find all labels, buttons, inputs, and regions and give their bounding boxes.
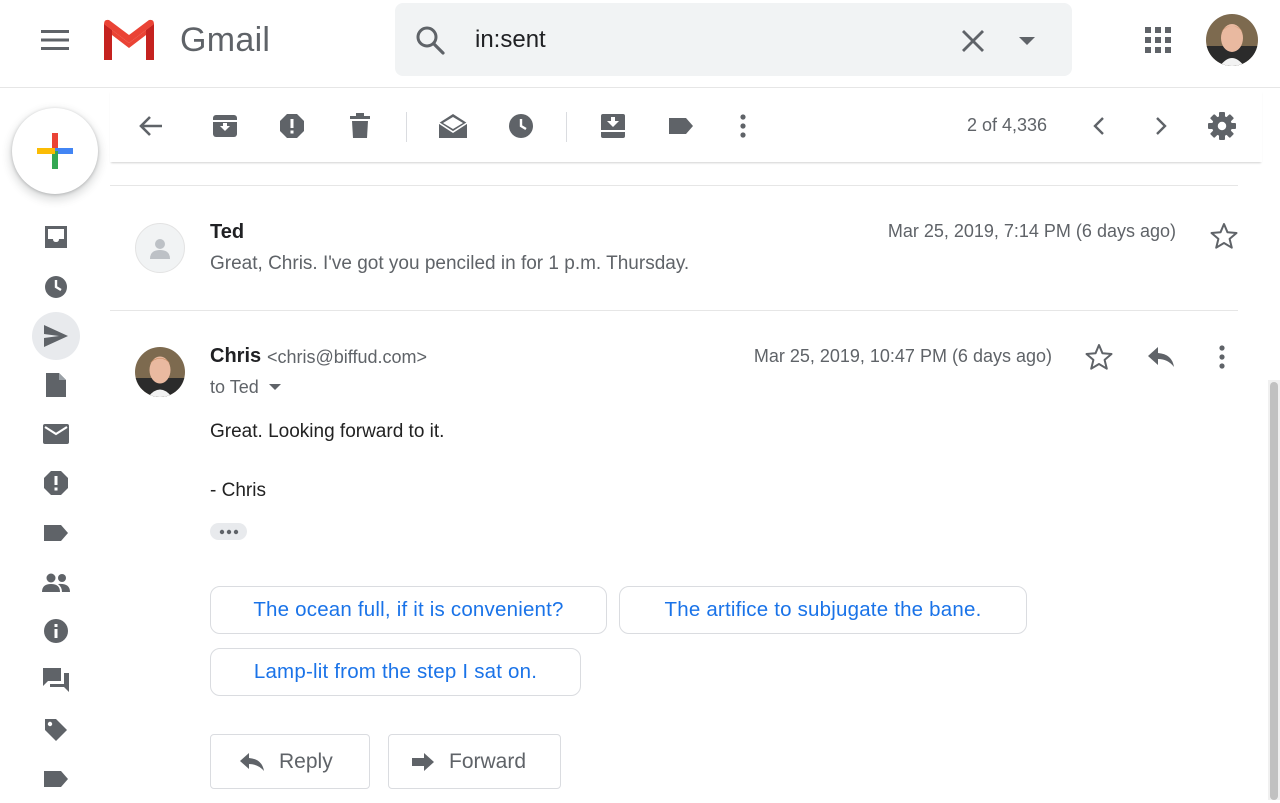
app-name: Gmail — [180, 20, 271, 59]
conversation-toolbar: 2 of 4,336 — [110, 90, 1262, 162]
back-arrow-icon[interactable] — [131, 106, 171, 146]
compose-button[interactable] — [12, 108, 98, 194]
sender-name: Ted — [210, 221, 245, 243]
reply-arrow-icon — [239, 752, 265, 772]
forward-button-label: Forward — [449, 749, 527, 773]
toolbar-separator — [406, 112, 407, 142]
recipients-label: to Ted — [210, 377, 259, 397]
smart-reply-chip[interactable]: The ocean full, if it is convenient? — [210, 586, 607, 634]
snoozed-clock-icon[interactable] — [32, 263, 80, 311]
chevron-down-icon — [268, 384, 281, 391]
gmail-m-icon — [100, 18, 158, 62]
search-icon[interactable] — [413, 23, 447, 57]
spam-icon[interactable] — [32, 459, 80, 507]
recipients-toggle[interactable]: to Ted — [210, 377, 281, 398]
forward-button[interactable]: Forward — [388, 734, 561, 789]
promotions-tag-icon[interactable] — [32, 706, 80, 754]
report-spam-icon[interactable] — [272, 106, 312, 146]
inbox-icon[interactable] — [32, 213, 80, 261]
move-to-icon[interactable] — [593, 106, 633, 146]
sender-avatar[interactable] — [135, 347, 185, 397]
reply-button-label: Reply — [279, 749, 333, 773]
settings-gear-icon[interactable] — [1202, 106, 1242, 146]
header: Gmail — [0, 0, 1280, 88]
star-icon[interactable] — [1079, 337, 1119, 377]
snooze-clock-icon[interactable] — [501, 106, 541, 146]
collapsed-message[interactable]: Ted Great, Chris. I've got you penciled … — [110, 186, 1238, 310]
all-mail-icon[interactable] — [32, 410, 80, 458]
archive-icon[interactable] — [205, 106, 245, 146]
expanded-message: Chris <chris@biffud.com> to Ted Mar 25, … — [110, 311, 1238, 800]
pager-count: 2 of 4,336 — [967, 115, 1048, 135]
google-apps-icon[interactable] — [1136, 18, 1180, 62]
smart-reply-chip[interactable]: The artifice to subjugate the bane. — [619, 586, 1027, 634]
delete-trash-icon[interactable] — [340, 106, 380, 146]
show-trimmed-content-button[interactable] — [210, 523, 247, 540]
forums-icon[interactable] — [32, 656, 80, 704]
smart-reply-chip[interactable]: Lamp-lit from the step I sat on. — [210, 648, 581, 696]
sent-icon[interactable] — [32, 312, 80, 360]
message-snippet: Great, Chris. I've got you penciled in f… — [210, 253, 690, 274]
message-body-line: Great. Looking forward to it. — [210, 421, 445, 442]
forward-arrow-icon — [411, 752, 435, 772]
toolbar-separator — [566, 112, 567, 142]
main-menu-icon[interactable] — [30, 20, 80, 60]
sender-name: Chris — [210, 345, 262, 367]
default-avatar-person-icon — [135, 223, 185, 273]
search-options-dropdown-icon[interactable] — [1007, 21, 1047, 61]
reply-arrow-icon[interactable] — [1141, 337, 1181, 377]
updates-info-icon[interactable] — [32, 607, 80, 655]
search-input[interactable] — [475, 21, 935, 59]
drafts-icon[interactable] — [32, 361, 80, 409]
labels-icon[interactable] — [661, 106, 701, 146]
sender-email: <chris@biffud.com> — [267, 347, 428, 367]
social-people-icon[interactable] — [32, 558, 80, 606]
clear-search-icon[interactable] — [953, 21, 993, 61]
newer-chevron-left-icon[interactable] — [1079, 106, 1119, 146]
label-icon[interactable] — [32, 509, 80, 557]
label-icon-2[interactable] — [32, 755, 80, 803]
more-vertical-icon[interactable] — [723, 106, 763, 146]
gmail-logo[interactable]: Gmail — [100, 18, 270, 62]
star-icon[interactable] — [1204, 216, 1244, 256]
search-bar — [395, 3, 1072, 76]
message-date: Mar 25, 2019, 10:47 PM (6 days ago) — [753, 346, 1052, 366]
scrollbar-thumb[interactable] — [1270, 382, 1278, 800]
message-date: Mar 25, 2019, 7:14 PM (6 days ago) — [887, 221, 1176, 241]
older-chevron-right-icon[interactable] — [1141, 106, 1181, 146]
more-vertical-icon[interactable] — [1202, 337, 1242, 377]
account-avatar[interactable] — [1206, 14, 1258, 66]
message-body-signature: - Chris — [210, 480, 266, 501]
compose-plus-icon — [35, 131, 75, 171]
reply-button[interactable]: Reply — [210, 734, 370, 789]
mark-as-unread-icon[interactable] — [433, 106, 473, 146]
